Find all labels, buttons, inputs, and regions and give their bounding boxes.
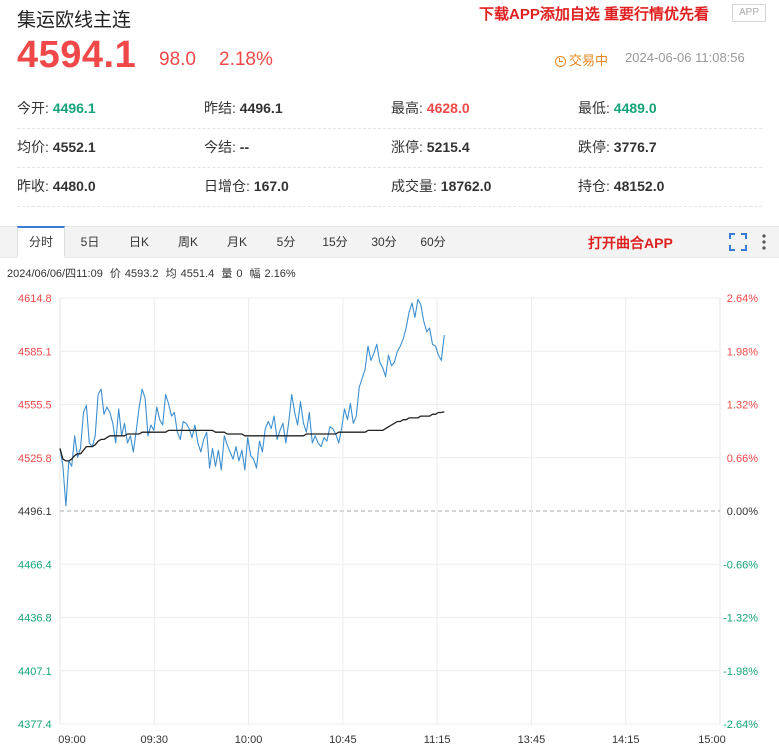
stat-open-interest: 持仓: 48152.0 xyxy=(578,178,665,194)
y-tick-label: 4377.4 xyxy=(18,719,52,731)
more-vertical-icon[interactable] xyxy=(760,233,768,251)
info-amplitude-label: 幅 xyxy=(249,268,261,280)
y-tick-pct-label: -2.64% xyxy=(723,719,758,731)
x-tick-label: 13:45 xyxy=(518,734,546,744)
y-tick-pct-label: 0.66% xyxy=(727,453,758,465)
y-tick-pct-label: 2.64% xyxy=(727,293,758,305)
stat-open: 今开: 4496.1 xyxy=(17,100,96,116)
stats-row: 昨收: 4480.0 日增仓: 167.0 成交量: 18762.0 持仓: 4… xyxy=(0,168,779,207)
y-tick-label: 4555.5 xyxy=(18,400,52,412)
info-avg-label: 均 xyxy=(165,268,177,280)
y-tick-pct-label: -1.32% xyxy=(723,613,758,625)
tab-60min[interactable]: 60分 xyxy=(413,227,453,257)
stat-limit-up: 涨停: 5215.4 xyxy=(391,139,470,155)
quote-datetime: 2024-06-06 11:08:56 xyxy=(625,50,745,65)
tab-5day[interactable]: 5日 xyxy=(72,227,108,257)
chart-period-tabs: 分时 5日 日K 周K 月K 5分 15分 30分 60分 打开曲合APP xyxy=(0,226,779,258)
price-line xyxy=(59,298,445,507)
info-amplitude: 2.16% xyxy=(264,268,296,280)
info-volume-label: 量 xyxy=(221,268,233,280)
info-volume: 0 xyxy=(236,268,243,280)
stats-row: 今开: 4496.1 昨结: 4496.1 最高: 4628.0 最低: 448… xyxy=(0,90,779,129)
stats-grid: 今开: 4496.1 昨结: 4496.1 最高: 4628.0 最低: 448… xyxy=(0,90,779,207)
stat-limit-down: 跌停: 3776.7 xyxy=(578,139,657,155)
clock-icon xyxy=(555,56,566,67)
y-tick-label: 4436.8 xyxy=(18,613,52,625)
stat-daily-oi-change: 日增仓: 167.0 xyxy=(204,178,289,194)
trading-status-label: 交易中 xyxy=(569,53,609,68)
tab-15min[interactable]: 15分 xyxy=(315,227,355,257)
info-avg: 4551.4 xyxy=(180,268,215,280)
stat-low: 最低: 4489.0 xyxy=(578,100,657,116)
stat-high: 最高: 4628.0 xyxy=(391,100,470,116)
tab-daily-k[interactable]: 日K xyxy=(120,227,158,257)
x-tick-label: 09:00 xyxy=(58,734,86,744)
x-tick-label: 10:00 xyxy=(235,734,263,744)
stat-avg: 均价: 4552.1 xyxy=(17,139,96,155)
stats-row: 均价: 4552.1 今结: -- 涨停: 5215.4 跌停: 3776.7 xyxy=(0,129,779,168)
stat-volume: 成交量: 18762.0 xyxy=(391,178,492,194)
y-tick-pct-label: -1.98% xyxy=(723,666,758,678)
x-tick-label: 11:15 xyxy=(424,734,451,744)
tab-weekly-k[interactable]: 周K xyxy=(169,227,207,257)
download-app-promo[interactable]: 下载APP添加自选 重要行情优先看 xyxy=(479,3,709,24)
stat-prev-settle: 昨结: 4496.1 xyxy=(204,100,283,116)
x-tick-label: 14:15 xyxy=(612,734,640,744)
fullscreen-icon[interactable] xyxy=(729,233,747,251)
x-tick-label: 09:30 xyxy=(141,734,169,744)
stat-settle: 今结: -- xyxy=(204,139,250,155)
tab-intraday[interactable]: 分时 xyxy=(17,226,65,258)
y-tick-label: 4614.8 xyxy=(18,293,52,305)
contract-title: 集运欧线主连 xyxy=(17,10,132,31)
y-tick-label: 4585.1 xyxy=(18,346,52,358)
last-price: 4594.1 xyxy=(17,34,137,76)
tab-monthly-k[interactable]: 月K xyxy=(218,227,256,257)
intraday-chart[interactable]: 4614.8 2.64% 4585.1 1.98% 4555.5 1.32% 4525.8 0… xyxy=(0,284,779,744)
price-change: 98.0 xyxy=(159,49,196,70)
y-tick-label: 4407.1 xyxy=(18,666,52,678)
x-tick-label: 15:00 xyxy=(698,734,726,744)
open-app-button[interactable]: 打开曲合APP xyxy=(588,233,673,253)
price-change-percent: 2.18% xyxy=(219,49,273,70)
y-tick-pct-label: 1.98% xyxy=(727,346,758,358)
crosshair-info-bar: 2024/06/06/四11:09 价 4593.2 均 4551.4 量0 幅 2.… xyxy=(7,265,300,281)
y-tick-label: 4466.4 xyxy=(18,559,52,571)
y-tick-pct-label: -0.66% xyxy=(723,559,758,571)
trading-status: 交易中 xyxy=(555,50,608,69)
tab-30min[interactable]: 30分 xyxy=(364,227,404,257)
tab-5min[interactable]: 5分 xyxy=(268,227,304,257)
x-tick-label: 10:45 xyxy=(329,734,357,744)
y-tick-pct-label: 0.00% xyxy=(727,506,758,518)
info-price-label: 价 xyxy=(109,268,121,280)
y-tick-pct-label: 1.32% xyxy=(727,400,758,412)
info-datetime: 2024/06/06/四11:09 xyxy=(7,268,103,280)
y-tick-label: 4496.1 xyxy=(18,506,52,518)
app-badge[interactable]: APP xyxy=(732,4,766,22)
stat-prev-close: 昨收: 4480.0 xyxy=(17,178,96,194)
y-tick-label: 4525.8 xyxy=(18,453,52,465)
info-price: 4593.2 xyxy=(124,268,159,280)
